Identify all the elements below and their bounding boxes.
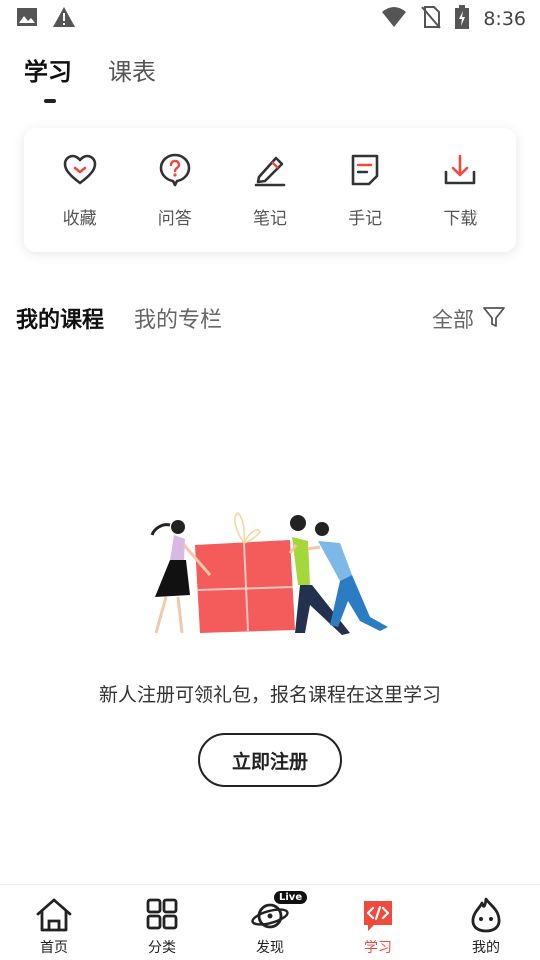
tool-qa[interactable]: 问答 — [135, 152, 215, 229]
tool-notes-label: 笔记 — [252, 208, 287, 229]
tool-favorites[interactable]: 收藏 — [40, 152, 120, 229]
section-tabs: 我的课程 我的专栏 — [16, 302, 222, 334]
tools-card: 收藏 问答 笔记 手记 下载 — [24, 128, 516, 252]
tab-schedule[interactable]: 课表 — [108, 52, 156, 87]
tool-download[interactable]: 下载 — [420, 152, 500, 229]
filter-icon — [482, 305, 506, 333]
status-bar: 8:36 — [0, 0, 540, 36]
nav-profile[interactable]: 我的 — [446, 897, 526, 957]
empty-state-illustration — [140, 505, 400, 645]
home-icon — [34, 897, 74, 937]
tool-handnotes-label: 手记 — [348, 208, 383, 229]
tool-notes[interactable]: 笔记 — [230, 152, 310, 229]
register-button[interactable]: 立即注册 — [198, 733, 342, 787]
filter-label: 全部 — [432, 308, 474, 332]
tool-download-label: 下载 — [443, 208, 478, 229]
tab-my-courses[interactable]: 我的课程 — [16, 302, 104, 334]
nav-study[interactable]: 学习 — [338, 897, 418, 957]
nav-category-label: 分类 — [148, 940, 176, 956]
tool-handnotes[interactable]: 手记 — [325, 152, 405, 229]
nav-category[interactable]: 分类 — [122, 897, 202, 957]
tab-study[interactable]: 学习 — [24, 52, 72, 103]
filter-button[interactable]: 全部 — [432, 304, 506, 334]
nav-discover[interactable]: Live 发现 — [230, 891, 310, 957]
grid-icon — [142, 897, 182, 937]
note-icon — [347, 152, 383, 192]
active-tab-indicator — [44, 99, 56, 103]
tool-favorites-label: 收藏 — [62, 208, 97, 229]
code-icon — [358, 897, 398, 937]
tab-study-label: 学习 — [24, 58, 72, 86]
pen-icon — [252, 152, 288, 192]
download-icon — [442, 152, 478, 192]
top-tabs: 学习 课表 — [24, 52, 156, 103]
nav-study-label: 学习 — [364, 940, 392, 956]
nav-home[interactable]: 首页 — [14, 897, 94, 957]
nav-home-label: 首页 — [40, 940, 68, 956]
tab-schedule-label: 课表 — [108, 58, 156, 86]
wifi-icon — [381, 6, 407, 32]
bottom-nav: 首页 分类 Live 发现 学习 我的 — [0, 884, 540, 960]
empty-state-message: 新人注册可领礼包，报名课程在这里学习 — [98, 684, 441, 706]
live-badge: Live — [274, 891, 308, 904]
nav-discover-label: 发现 — [256, 940, 284, 956]
heart-icon — [62, 152, 98, 192]
status-time: 8:36 — [483, 8, 526, 30]
no-sim-icon — [421, 5, 442, 33]
image-icon — [16, 7, 38, 31]
tool-qa-label: 问答 — [157, 208, 192, 229]
question-bubble-icon — [157, 152, 193, 192]
warning-icon — [52, 6, 76, 32]
battery-charging-icon — [455, 5, 470, 33]
flame-face-icon — [466, 897, 506, 937]
tab-my-columns[interactable]: 我的专栏 — [134, 302, 222, 334]
nav-profile-label: 我的 — [472, 940, 500, 956]
